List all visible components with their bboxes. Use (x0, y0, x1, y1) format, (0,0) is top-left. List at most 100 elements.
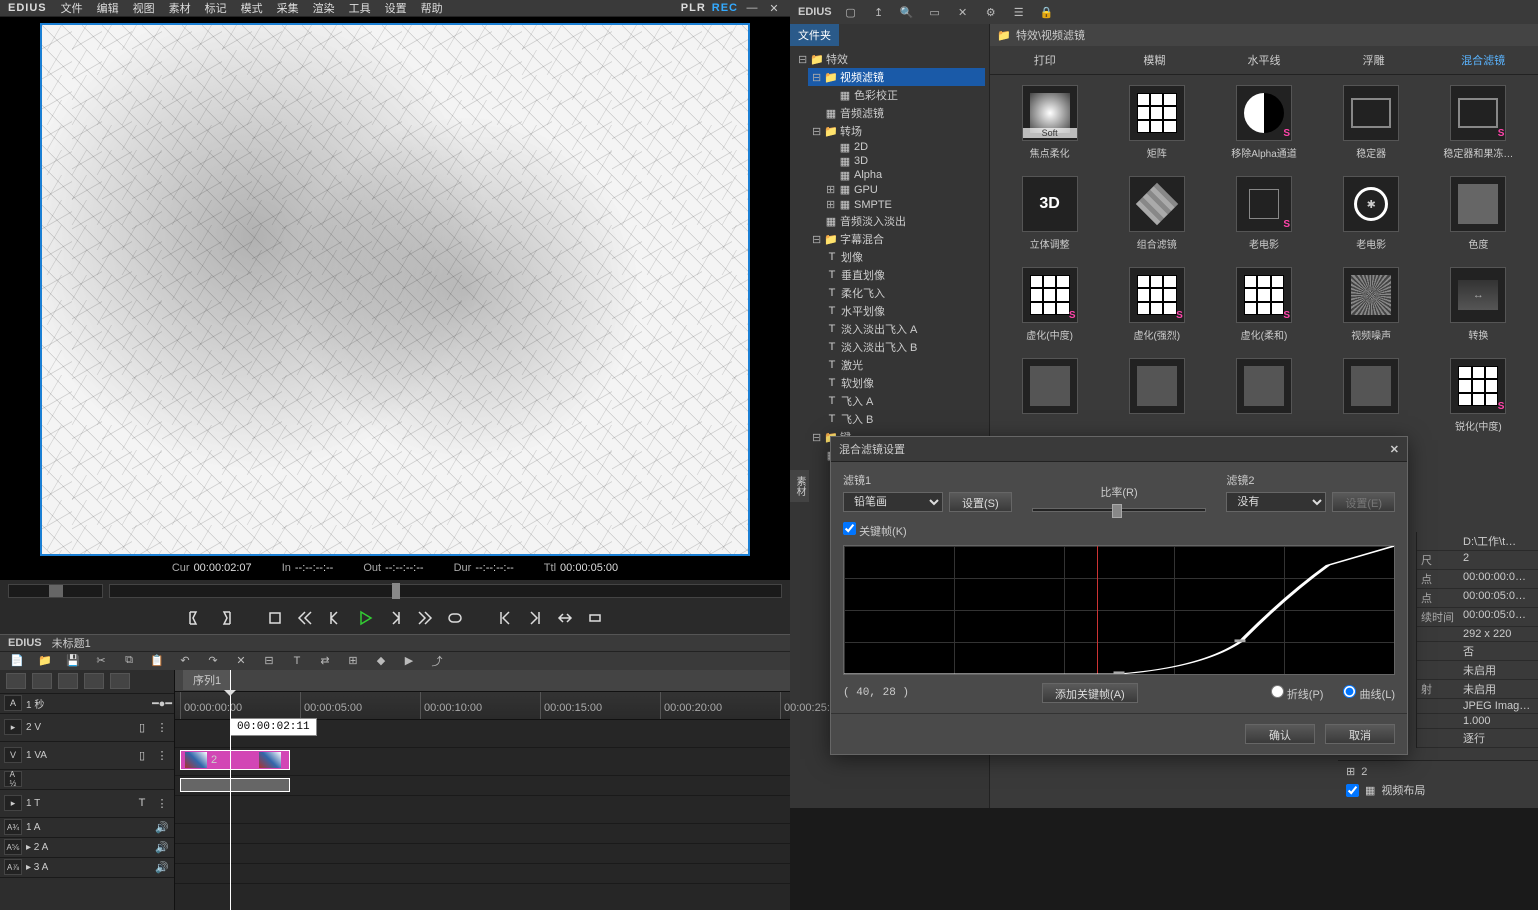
track-expand-icon[interactable]: ⋮ (154, 748, 170, 762)
redo-icon[interactable]: ↷ (204, 652, 222, 670)
undo-icon[interactable]: ↶ (176, 652, 194, 670)
menu-clip[interactable]: 素材 (169, 0, 191, 16)
up-icon[interactable]: ↥ (870, 3, 888, 21)
track-3a-lane[interactable] (175, 864, 790, 884)
folder-tab[interactable]: 文件夹 (790, 24, 839, 46)
polyline-radio[interactable]: 折线(P) (1271, 685, 1324, 702)
effect-item[interactable]: ↔转换 (1429, 267, 1528, 342)
cut-icon[interactable]: ✂ (92, 652, 110, 670)
keyframe-graph[interactable] (843, 545, 1395, 675)
track-expand-icon[interactable]: ⋮ (154, 720, 170, 734)
menu-help[interactable]: 帮助 (421, 0, 443, 16)
track-video-icon[interactable]: ▯ (134, 748, 150, 762)
delete-icon[interactable]: ✕ (954, 3, 972, 21)
mark-in-icon[interactable] (184, 608, 206, 628)
zoom-scale[interactable]: 1 秒 (26, 696, 150, 711)
track-1t-lane[interactable] (175, 796, 790, 824)
menu-render[interactable]: 渲染 (313, 0, 335, 16)
effect-item[interactable] (1107, 358, 1206, 433)
close-icon[interactable]: ✕ (766, 1, 782, 15)
props-icon[interactable]: ⚙ (982, 3, 1000, 21)
effect-item[interactable]: S稳定器和果冻… (1429, 85, 1528, 160)
dialog-close-icon[interactable]: ✕ (1390, 443, 1399, 456)
effect-item[interactable]: S虚化(强烈) (1107, 267, 1206, 342)
timeline-canvas[interactable]: 序列1 00:00:00:00 00:00:05:00 00:00:10:00 … (175, 670, 790, 910)
effect-item[interactable]: S移除Alpha通道 (1214, 85, 1313, 160)
tc-out[interactable]: --:--:--:-- (385, 562, 423, 574)
list-icon[interactable]: ☰ (1010, 3, 1028, 21)
track-video-icon[interactable]: ▯ (134, 720, 150, 734)
effect-item[interactable] (1214, 358, 1313, 433)
filter2-select[interactable]: 没有 (1226, 492, 1326, 512)
filter1-select[interactable]: 铅笔画 (843, 492, 943, 512)
effect-item[interactable]: 矩阵 (1107, 85, 1206, 160)
edit-mode-2[interactable] (32, 673, 52, 689)
track-2a-lane[interactable] (175, 844, 790, 864)
minimize-icon[interactable]: — (744, 1, 760, 15)
tree-tm2[interactable]: T垂直划像 (822, 266, 985, 284)
tree-tm10[interactable]: T飞入 B (822, 410, 985, 428)
render-icon[interactable]: ▶ (400, 652, 418, 670)
track-2v-lane[interactable]: 00:00:02:11 (175, 720, 790, 748)
fast-forward-icon[interactable] (414, 608, 436, 628)
fx-cat-4[interactable]: 混合滤镜 (1428, 46, 1538, 74)
track-a56-patch[interactable]: A⅚ (4, 839, 22, 855)
tree-video-filter[interactable]: ⊟📁视频滤镜 (808, 68, 985, 86)
effect-item[interactable]: S虚化(中度) (1000, 267, 1099, 342)
curve-radio[interactable]: 曲线(L) (1343, 685, 1395, 702)
time-ruler[interactable]: 00:00:00:00 00:00:05:00 00:00:10:00 00:0… (175, 692, 790, 720)
video-layout-label[interactable]: 视频布局 (1381, 782, 1425, 798)
tree-tm5[interactable]: T淡入淡出飞入 A (822, 320, 985, 338)
ratio-slider[interactable] (1032, 508, 1207, 512)
track-va-patch[interactable]: V (4, 747, 22, 763)
tree-2d[interactable]: ▦2D (822, 140, 985, 154)
zoom-slider-icon[interactable]: ━●━ (154, 696, 170, 710)
menu-tools[interactable]: 工具 (349, 0, 371, 16)
overwrite-icon[interactable] (584, 608, 606, 628)
next-edit-icon[interactable] (524, 608, 546, 628)
tree-root[interactable]: ⊟📁特效 (794, 50, 985, 68)
playhead[interactable] (230, 670, 231, 910)
tc-in[interactable]: --:--:--:-- (295, 562, 333, 574)
menu-settings[interactable]: 设置 (385, 0, 407, 16)
tree-audio-filter[interactable]: ▦音频滤镜 (808, 104, 985, 122)
track-t-patch[interactable]: ▸ (4, 795, 22, 811)
effect-item[interactable]: S老电影 (1214, 176, 1313, 251)
edit-mode-5[interactable] (110, 673, 130, 689)
prev-edit-icon[interactable] (494, 608, 516, 628)
tree-audio-fade[interactable]: ▦音频淡入淡出 (808, 212, 985, 230)
track-1va-lane[interactable]: 2 (175, 748, 790, 776)
track-audio-icon[interactable]: 🔊 (154, 840, 170, 854)
audio-clip[interactable] (180, 778, 290, 792)
effect-item[interactable]: 色度 (1429, 176, 1528, 251)
layout-checkbox[interactable] (1346, 784, 1359, 797)
new-icon[interactable]: 📄 (8, 652, 26, 670)
tree-tm1[interactable]: T划像 (822, 248, 985, 266)
tc-cur[interactable]: 00:00:02:07 (194, 562, 252, 574)
ok-button[interactable]: 确认 (1245, 724, 1315, 744)
effect-item[interactable]: S虚化(柔和) (1214, 267, 1313, 342)
fx-cat-2[interactable]: 水平线 (1209, 46, 1319, 74)
fx-cat-0[interactable]: 打印 (990, 46, 1100, 74)
export-icon[interactable]: ⤴ (428, 652, 446, 670)
insert-icon[interactable] (554, 608, 576, 628)
track-v-patch[interactable]: ▸ (4, 719, 22, 735)
track-a78-patch[interactable]: A⅞ (4, 859, 22, 875)
next-frame-icon[interactable] (384, 608, 406, 628)
tree-tm4[interactable]: T水平划像 (822, 302, 985, 320)
mark-out-icon[interactable] (214, 608, 236, 628)
tree-3d[interactable]: ▦3D (822, 154, 985, 168)
menu-view[interactable]: 视图 (133, 0, 155, 16)
play-icon[interactable] (354, 608, 376, 628)
tree-title-mix[interactable]: ⊟📁字幕混合 (808, 230, 985, 248)
tree-color-correct[interactable]: ▦色彩校正 (822, 86, 985, 104)
effect-item[interactable]: 稳定器 (1322, 85, 1421, 160)
tree-tm7[interactable]: T激光 (822, 356, 985, 374)
track-1a-lane[interactable] (175, 824, 790, 844)
loop-icon[interactable] (444, 608, 466, 628)
effect-item[interactable]: 组合滤镜 (1107, 176, 1206, 251)
prev-frame-icon[interactable] (324, 608, 346, 628)
track-toggle-a[interactable]: A (4, 695, 22, 711)
menu-edit[interactable]: 编辑 (97, 0, 119, 16)
track-audio-icon[interactable]: 🔊 (154, 860, 170, 874)
